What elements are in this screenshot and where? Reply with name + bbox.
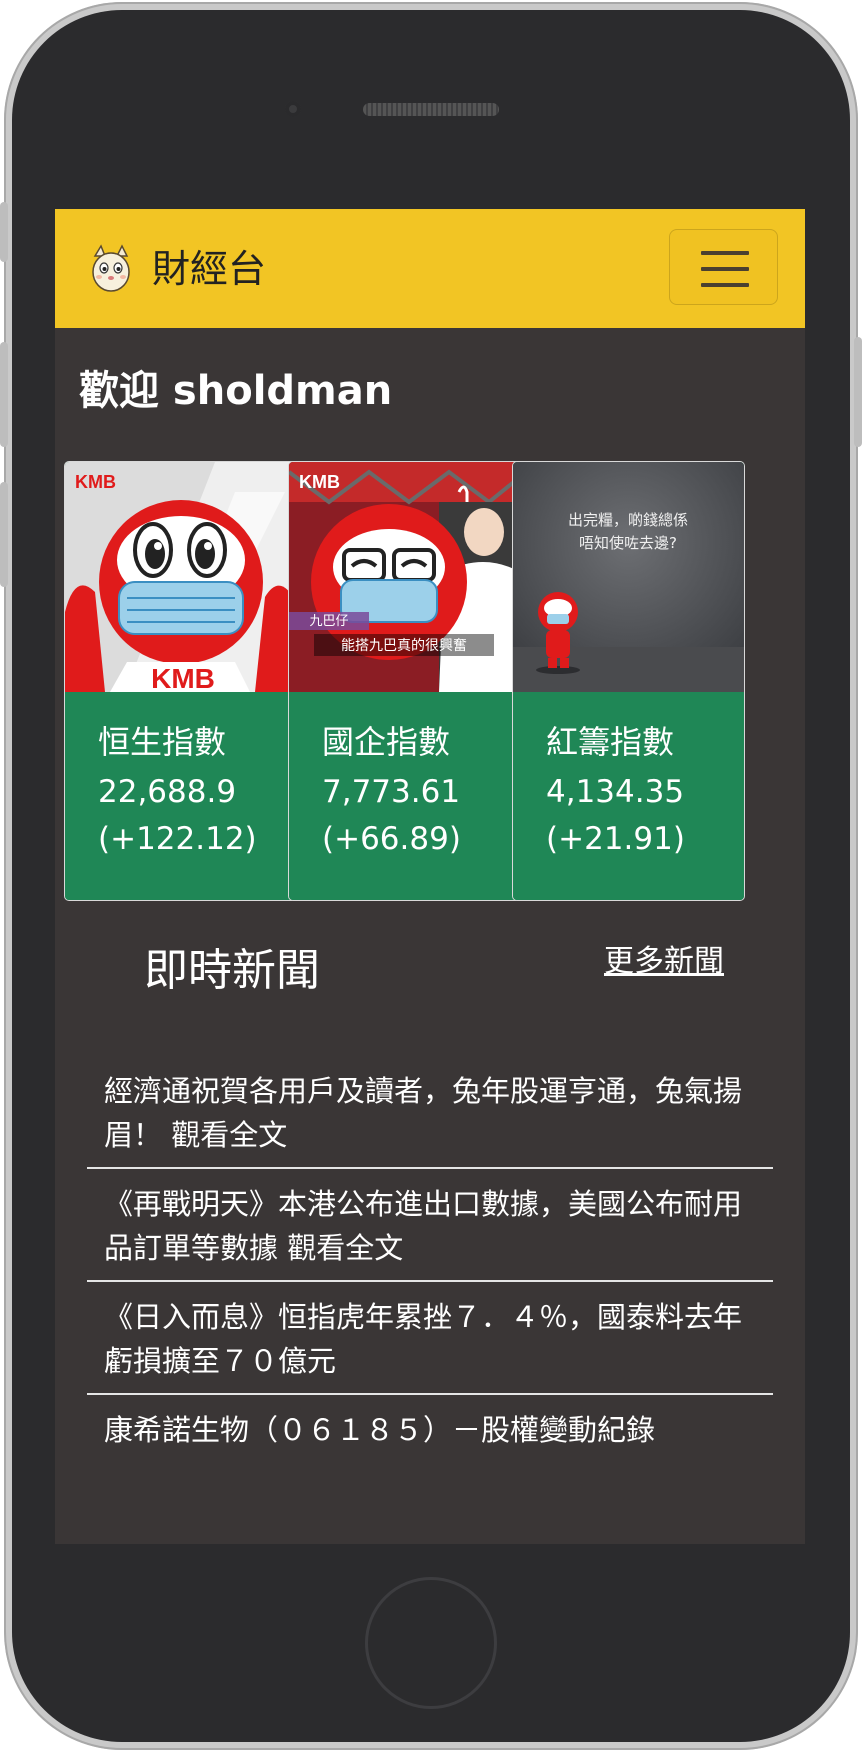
index-cards: KMB KMB 恒生指數 22,688.9 (+122.12) KMB 九巴仔 …	[64, 461, 799, 901]
index-change: (+122.12)	[98, 821, 257, 857]
earpiece-speaker	[363, 103, 499, 116]
index-name: 恒生指數	[98, 723, 227, 761]
index-card-hscei[interactable]: KMB 九巴仔 能搭九巴真的很興奮 國企指數 7,773.61 (+66.89)	[288, 461, 521, 901]
news-item[interactable]: 康希諾生物（０６１８５）－股權變動紀錄	[87, 1395, 773, 1508]
hamburger-icon	[701, 267, 749, 271]
index-value: 7,773.61	[322, 774, 461, 810]
news-headline: 康希諾生物（０６１８５）－股權變動紀錄	[104, 1413, 656, 1447]
top-navbar: 財經台	[55, 209, 805, 328]
index-change: (+66.89)	[322, 821, 461, 857]
caption-tag: 九巴仔	[309, 614, 348, 629]
home-button[interactable]	[365, 1577, 497, 1709]
side-button-volume-up	[0, 342, 8, 447]
index-value: 4,134.35	[546, 774, 685, 810]
index-card-hsi[interactable]: KMB KMB 恒生指數 22,688.9 (+122.12)	[64, 461, 297, 901]
hamburger-icon	[701, 251, 749, 255]
side-button-silent	[0, 202, 8, 262]
news-item-text: 康希諾生物（０６１８５）－股權變動紀錄	[104, 1408, 756, 1452]
news-item-text: 《再戰明天》本港公布進出口數據，美國公布耐用品訂單等數據 觀看全文	[104, 1182, 756, 1270]
read-full-link[interactable]: 觀看全文	[171, 1118, 287, 1152]
menu-toggle-button[interactable]	[669, 229, 778, 305]
news-list: 經濟通祝賀各用戶及讀者，兔年股運亨通，兔氣揚眉！ 觀看全文 《再戰明天》本港公布…	[87, 1056, 773, 1508]
kmb-logo: KMB	[299, 472, 340, 492]
index-card-hscci[interactable]: 出完糧，啲錢總係 唔知使咗去邊? 紅籌指數 4,134.35 (+21.91)	[512, 461, 745, 901]
caption-text: 能搭九巴真的很興奮	[341, 638, 467, 654]
news-item[interactable]: 經濟通祝賀各用戶及讀者，兔年股運亨通，兔氣揚眉！ 觀看全文	[87, 1056, 773, 1169]
news-headline: 《日入而息》恒指虎年累挫７．４％，國泰料去年虧損擴至７０億元	[104, 1300, 743, 1378]
news-item-text: 經濟通祝賀各用戶及讀者，兔年股運亨通，兔氣揚眉！ 觀看全文	[104, 1069, 756, 1157]
kmb-chest-logo: KMB	[151, 663, 215, 692]
mascot-image-wall: 出完糧，啲錢總係 唔知使咗去邊?	[513, 462, 744, 692]
index-name: 國企指數	[322, 723, 451, 761]
index-value: 22,688.9	[98, 774, 237, 810]
kmb-logo: KMB	[75, 472, 116, 492]
mascot-image-bus: KMB 九巴仔 能搭九巴真的很興奮	[289, 462, 520, 692]
hamburger-icon	[701, 283, 749, 287]
side-button-volume-down	[0, 482, 8, 587]
brand-name[interactable]: 財經台	[152, 239, 266, 299]
hamster-logo-icon[interactable]	[89, 244, 133, 294]
index-name: 紅籌指數	[546, 723, 675, 761]
index-card-body: 恒生指數 22,688.9 (+122.12)	[65, 692, 296, 900]
wall-text-line1: 出完糧，啲錢總係	[568, 511, 688, 529]
more-news-link[interactable]: 更多新聞	[604, 939, 724, 985]
news-headline: 《再戰明天》本港公布進出口數據，美國公布耐用品訂單等數據	[104, 1187, 743, 1265]
news-item[interactable]: 《日入而息》恒指虎年累挫７．４％，國泰料去年虧損擴至７０億元	[87, 1282, 773, 1395]
index-change: (+21.91)	[546, 821, 685, 857]
welcome-heading: 歡迎 sholdman	[79, 368, 393, 414]
read-full-link[interactable]: 觀看全文	[287, 1231, 403, 1265]
mascot-image-kmb: KMB KMB	[65, 462, 296, 692]
app-screen: 財經台 歡迎 sholdman KMB KMB 恒生指數 22,688.9 (+…	[55, 209, 805, 1544]
side-button-power	[854, 337, 862, 447]
wall-text-line2: 唔知使咗去邊?	[579, 534, 677, 552]
news-section-title: 即時新聞	[144, 945, 320, 996]
news-item[interactable]: 《再戰明天》本港公布進出口數據，美國公布耐用品訂單等數據 觀看全文	[87, 1169, 773, 1282]
index-card-body: 紅籌指數 4,134.35 (+21.91)	[513, 692, 744, 900]
index-card-body: 國企指數 7,773.61 (+66.89)	[289, 692, 520, 900]
news-item-text: 《日入而息》恒指虎年累挫７．４％，國泰料去年虧損擴至７０億元	[104, 1295, 756, 1383]
front-camera	[285, 101, 301, 117]
